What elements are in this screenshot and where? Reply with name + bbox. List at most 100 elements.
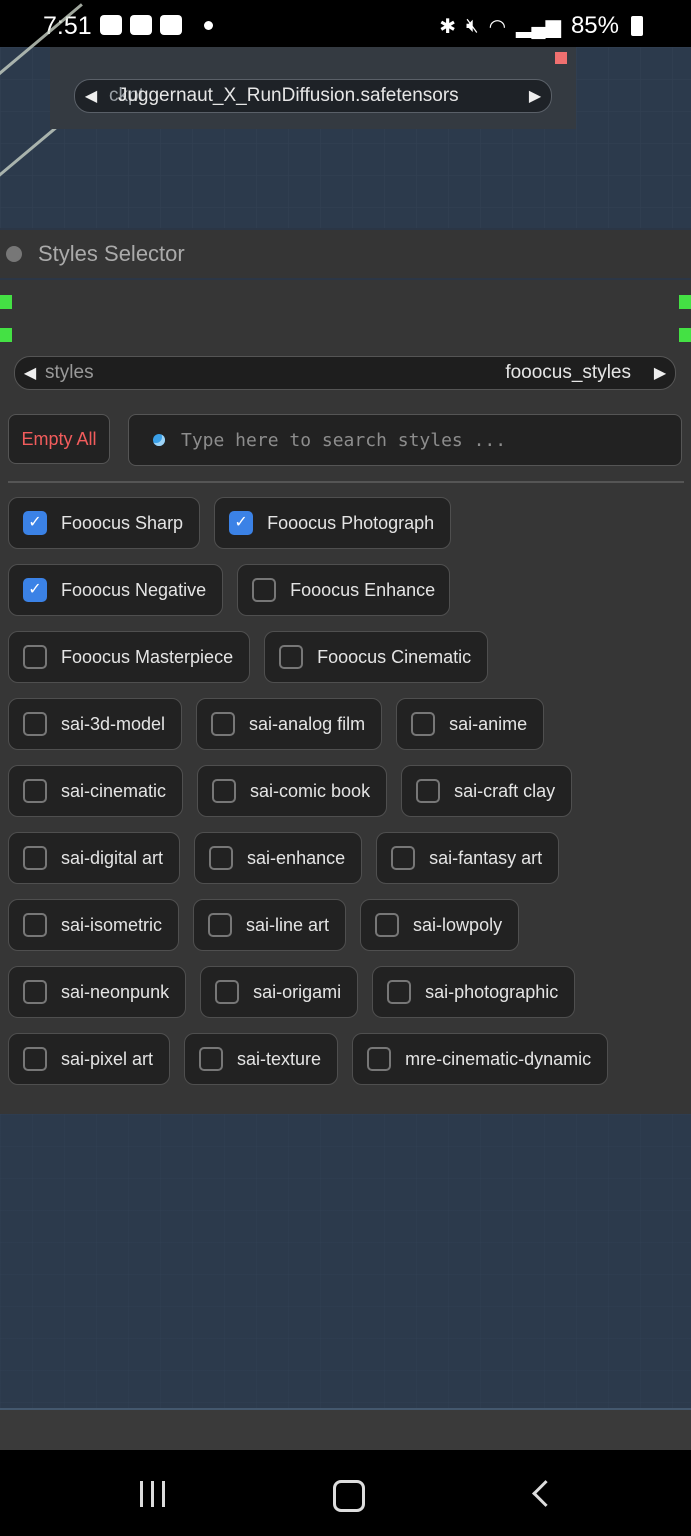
style-label: sai-neonpunk <box>61 981 170 1002</box>
style-chip[interactable]: sai-fantasy art <box>376 832 560 884</box>
next-arrow-icon[interactable]: ▶ <box>645 363 675 383</box>
style-label: mre-cinematic-dynamic <box>405 1048 592 1069</box>
checkbox-icon[interactable] <box>375 913 400 937</box>
checkbox-icon[interactable] <box>391 846 416 870</box>
checkbox-icon[interactable] <box>23 846 47 870</box>
home-icon[interactable] <box>333 1480 365 1512</box>
input-slot-marker[interactable] <box>0 295 12 309</box>
style-chip[interactable]: ✓ Fooocus Photograph <box>214 497 452 549</box>
styles-value: fooocus_styles <box>505 362 631 383</box>
style-chip[interactable]: sai-texture <box>184 1033 339 1085</box>
style-chip[interactable]: mre-cinematic-dynamic <box>352 1033 609 1085</box>
style-chip[interactable]: ✓ Fooocus Negative <box>8 564 224 616</box>
checkbox-icon[interactable] <box>199 1047 224 1071</box>
checkbox-icon[interactable] <box>215 980 240 1004</box>
style-search-box[interactable] <box>128 414 682 466</box>
style-chip[interactable]: Fooocus Enhance <box>237 564 451 616</box>
style-search-input[interactable] <box>179 428 653 452</box>
style-row: Fooocus Masterpiece Fooocus Cinematic <box>8 631 684 683</box>
style-chip[interactable]: sai-digital art <box>8 832 181 884</box>
checkbox-checked-icon[interactable]: ✓ <box>23 578 47 602</box>
empty-all-button[interactable]: Empty All <box>8 414 110 464</box>
style-row: ✓ Fooocus Sharp ✓ Fooocus Photograph <box>8 497 684 549</box>
style-chip[interactable]: sai-comic book <box>197 765 388 817</box>
style-row: sai-3d-model sai-analog film sai-anime <box>8 698 684 750</box>
checkbox-icon[interactable] <box>211 712 236 736</box>
style-label: sai-photographic <box>425 981 559 1002</box>
style-chip[interactable]: sai-analog film <box>196 698 383 750</box>
style-chip[interactable]: Fooocus Masterpiece <box>8 631 251 683</box>
style-label: sai-digital art <box>61 847 164 868</box>
ckpt-value: Juggernaut_X_RunDiffusion.safetensors <box>117 85 459 106</box>
node-title: Styles Selector <box>38 241 185 266</box>
style-chip[interactable]: sai-origami <box>200 966 359 1018</box>
style-list: ✓ Fooocus Sharp ✓ Fooocus Photograph ✓ Fooo… <box>8 497 684 1100</box>
checkbox-icon[interactable] <box>209 846 234 870</box>
style-row: sai-digital art sai-enhance sai-fantasy … <box>8 832 684 884</box>
style-chip[interactable]: Fooocus Cinematic <box>264 631 489 683</box>
style-label: sai-analog film <box>249 713 366 734</box>
checkbox-icon[interactable] <box>23 712 47 736</box>
system-icons: ✱ 🔇︎ ◠ ▂▄▆ 85% <box>439 12 643 40</box>
styles-selector-header[interactable]: Styles Selector <box>0 230 691 278</box>
gallery-icon <box>100 15 122 35</box>
checkbox-checked-icon[interactable]: ✓ <box>23 511 47 535</box>
style-row: sai-neonpunk sai-origami sai-photographi… <box>8 966 684 1018</box>
style-chip[interactable]: sai-neonpunk <box>8 966 187 1018</box>
next-arrow-icon[interactable]: ▶ <box>519 86 551 106</box>
style-chip[interactable]: sai-enhance <box>194 832 363 884</box>
style-label: Fooocus Cinematic <box>317 646 472 667</box>
recent-apps-icon[interactable] <box>140 1481 165 1507</box>
checkbox-icon[interactable] <box>411 712 436 736</box>
checkbox-icon[interactable] <box>23 1047 47 1071</box>
style-chip[interactable]: sai-craft clay <box>401 765 573 817</box>
node-collapse-dot-icon[interactable] <box>6 246 22 262</box>
style-chip[interactable]: sai-cinematic <box>8 765 184 817</box>
style-label: sai-3d-model <box>61 713 166 734</box>
style-chip[interactable]: sai-photographic <box>372 966 576 1018</box>
style-chip[interactable]: sai-isometric <box>8 899 180 951</box>
input-slot-marker[interactable] <box>0 328 12 342</box>
divider <box>8 481 684 483</box>
style-chip[interactable]: sai-3d-model <box>8 698 183 750</box>
style-label: sai-isometric <box>61 914 163 935</box>
style-label: sai-comic book <box>250 780 371 801</box>
checkbox-icon[interactable] <box>367 1047 392 1071</box>
ckpt-name-combo[interactable]: ◀ ckpt Juggernaut_X_RunDiffusion.safeten… <box>74 79 552 113</box>
style-label: sai-craft clay <box>454 780 556 801</box>
bottom-toolbar <box>0 1408 691 1452</box>
checkbox-icon[interactable] <box>212 779 237 803</box>
checkbox-icon[interactable] <box>416 779 441 803</box>
style-label: sai-enhance <box>247 847 346 868</box>
search-icon <box>153 434 165 446</box>
styles-combo[interactable]: ◀ styles fooocus_styles ▶ <box>14 356 676 390</box>
previous-arrow-icon[interactable]: ◀ <box>75 86 107 106</box>
status-bar: 7:51 ✱ 🔇︎ ◠ ▂▄▆ 85% <box>0 0 691 47</box>
checkbox-icon[interactable] <box>23 645 47 669</box>
checkbox-icon[interactable] <box>387 980 412 1004</box>
output-slot-marker[interactable] <box>679 328 691 342</box>
previous-arrow-icon[interactable]: ◀ <box>15 363 45 383</box>
wifi-icon: ◠ <box>488 15 507 38</box>
style-chip[interactable]: sai-pixel art <box>8 1033 171 1085</box>
checkbox-icon[interactable] <box>208 913 233 937</box>
checkbox-checked-icon[interactable]: ✓ <box>229 511 254 535</box>
output-slot-marker[interactable] <box>679 295 691 309</box>
bluetooth-icon: ✱ <box>439 15 456 38</box>
workflow-canvas-lower[interactable] <box>0 1114 691 1410</box>
style-label: Fooocus Sharp <box>61 512 184 533</box>
style-label: sai-line art <box>246 914 330 935</box>
style-chip[interactable]: sai-line art <box>193 899 347 951</box>
style-chip[interactable]: sai-lowpoly <box>360 899 520 951</box>
checkbox-icon[interactable] <box>279 645 304 669</box>
checkbox-icon[interactable] <box>23 980 47 1004</box>
battery-percent: 85% <box>570 12 619 39</box>
style-row: sai-pixel art sai-texture mre-cinematic-… <box>8 1033 684 1085</box>
checkbox-icon[interactable] <box>23 913 47 937</box>
node-error-marker <box>555 52 567 64</box>
style-chip[interactable]: sai-anime <box>396 698 545 750</box>
checkbox-icon[interactable] <box>23 779 47 803</box>
style-chip[interactable]: ✓ Fooocus Sharp <box>8 497 201 549</box>
checkbox-icon[interactable] <box>252 578 277 602</box>
notification-icons <box>100 15 213 35</box>
